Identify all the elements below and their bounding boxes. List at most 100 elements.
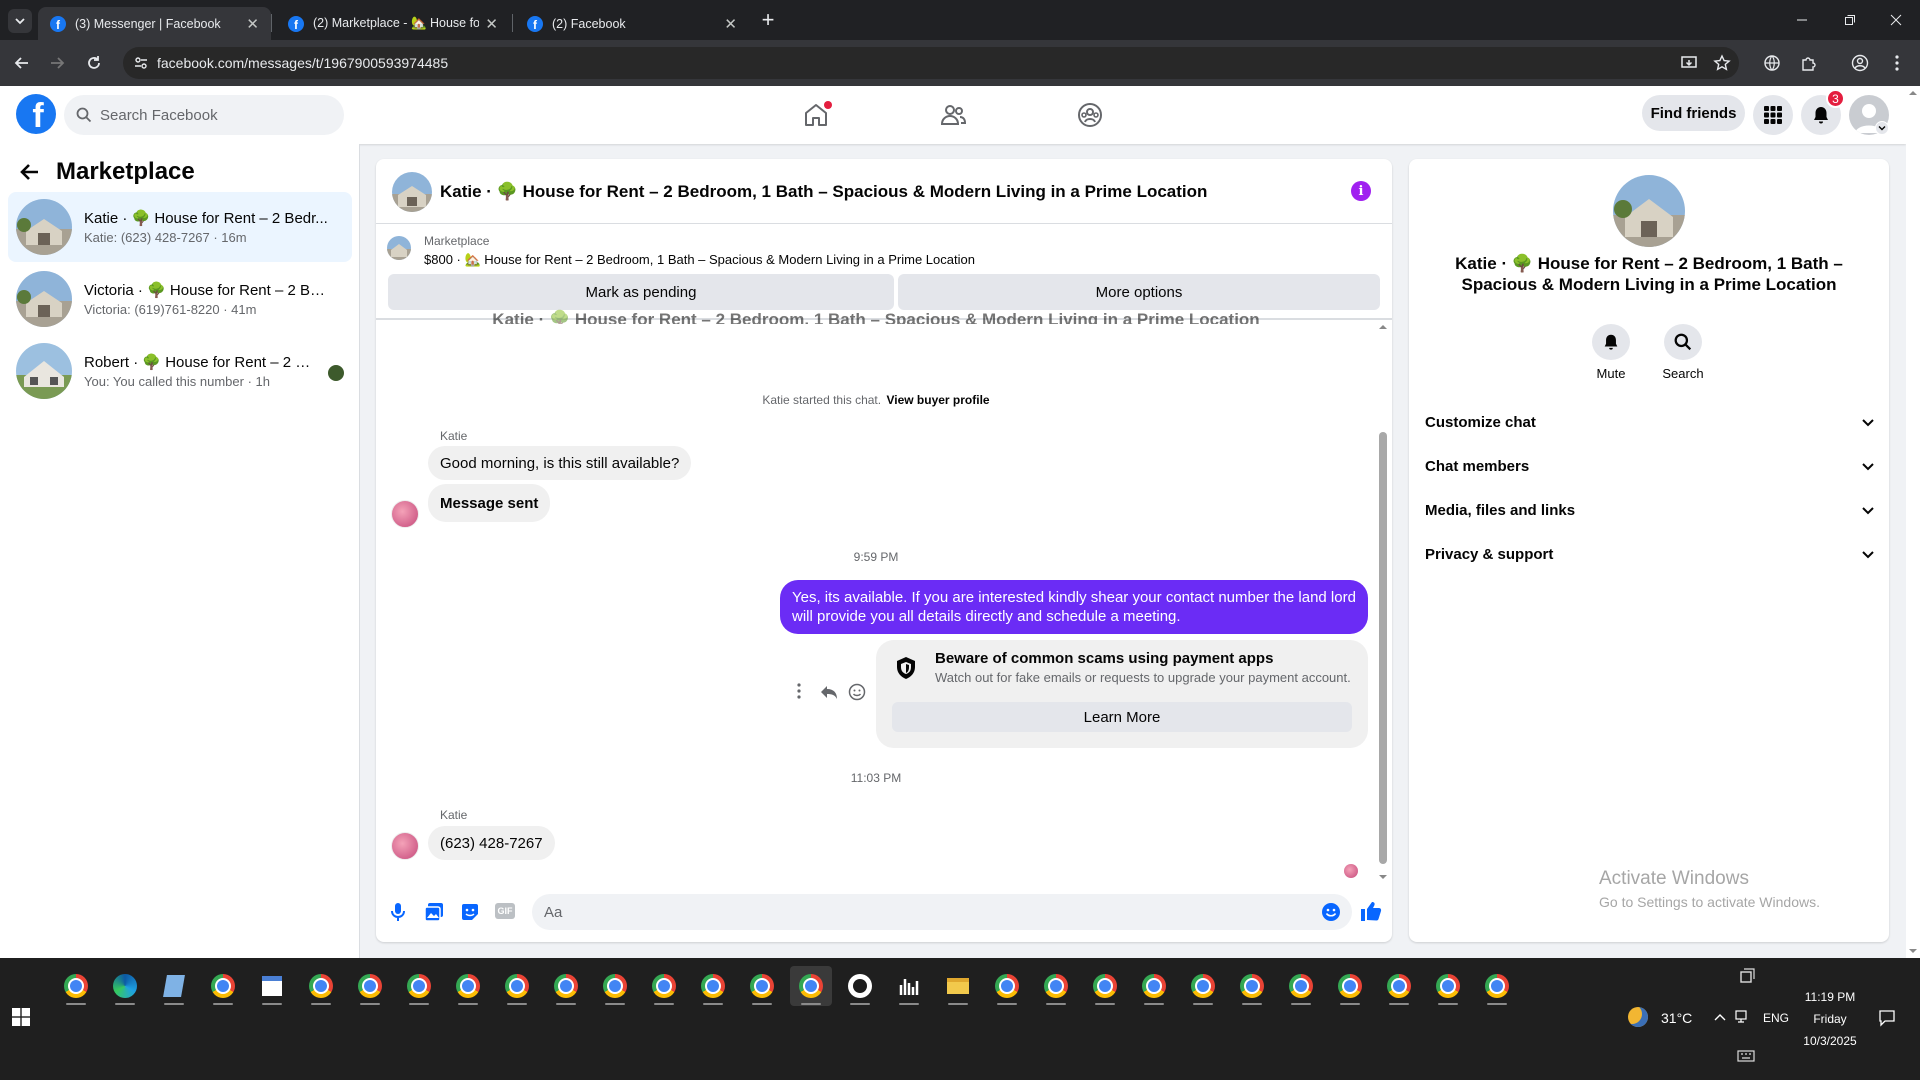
clock-time[interactable]: 11:19 PM — [1800, 990, 1860, 1004]
chrome-app-icon[interactable] — [1182, 966, 1224, 1006]
emoji-picker-icon[interactable] — [1321, 902, 1341, 922]
chrome-app-icon[interactable] — [1329, 966, 1371, 1006]
more-options-button[interactable]: More options — [898, 274, 1380, 310]
home-icon[interactable] — [801, 100, 832, 130]
back-arrow-icon[interactable] — [10, 51, 34, 75]
audio-analyzer-app-icon[interactable] — [888, 966, 930, 1006]
reload-icon[interactable] — [82, 51, 106, 75]
message-bubble-incoming[interactable]: Good morning, is this still available? — [428, 446, 692, 480]
file-explorer-app-icon[interactable] — [937, 966, 979, 1006]
chrome-app-icon[interactable] — [790, 966, 832, 1006]
chrome-app-icon[interactable] — [1280, 966, 1322, 1006]
page-scrollbar[interactable] — [1906, 86, 1920, 958]
mute-button[interactable] — [1592, 324, 1630, 360]
chrome-app-icon[interactable] — [1035, 966, 1077, 1006]
volume-icon[interactable] — [1736, 1010, 1754, 1024]
react-emoji-icon[interactable] — [848, 683, 866, 701]
close-tab-icon[interactable]: ✕ — [485, 15, 498, 33]
notification-center-icon[interactable] — [1878, 1009, 1896, 1027]
photo-upload-icon[interactable] — [424, 902, 444, 922]
chrome-app-icon[interactable] — [349, 966, 391, 1006]
listing-thumbnail[interactable] — [387, 236, 411, 260]
microphone-icon[interactable] — [390, 902, 406, 922]
site-info-icon[interactable] — [133, 55, 149, 71]
chrome-app-icon[interactable] — [55, 966, 97, 1006]
mark-as-pending-button[interactable]: Mark as pending — [388, 274, 894, 310]
notifications-button[interactable]: 3 — [1801, 89, 1845, 135]
message-more-icon[interactable] — [796, 683, 802, 699]
clock-day[interactable]: Friday — [1800, 1012, 1860, 1026]
chat-members-section[interactable]: Chat members — [1425, 450, 1875, 482]
account-chevron-icon[interactable] — [1875, 121, 1889, 135]
chrome-app-icon[interactable] — [1427, 966, 1469, 1006]
chrome-app-icon[interactable] — [1133, 966, 1175, 1006]
input-language[interactable]: ENG — [1763, 1011, 1789, 1025]
chrome-app-icon[interactable] — [594, 966, 636, 1006]
chrome-app-icon[interactable] — [1476, 966, 1518, 1006]
restore-window-button[interactable] — [1838, 8, 1862, 32]
scrollbar-thumb[interactable] — [1379, 432, 1387, 864]
groups-icon[interactable] — [1075, 100, 1105, 130]
close-tab-icon[interactable]: ✕ — [246, 15, 259, 33]
translate-globe-icon[interactable] — [1760, 51, 1784, 75]
extensions-puzzle-icon[interactable] — [1797, 51, 1821, 75]
tab-search-button[interactable] — [8, 9, 32, 33]
touch-keyboard-icon[interactable] — [1737, 1050, 1755, 1064]
chrome-app-icon[interactable] — [202, 966, 244, 1006]
view-buyer-profile-link[interactable]: View buyer profile — [886, 393, 989, 407]
chrome-app-icon[interactable] — [496, 966, 538, 1006]
chrome-app-icon[interactable] — [1378, 966, 1420, 1006]
details-avatar[interactable] — [1613, 175, 1685, 247]
clock-date[interactable]: 10/3/2025 — [1800, 1034, 1860, 1048]
chat-header-title[interactable]: Katie · 🌳 House for Rent – 2 Bedroom, 1 … — [440, 182, 1207, 202]
conversation-item-robert[interactable]: Robert · 🌳 House for Rent – 2 B... You: … — [8, 336, 352, 406]
listing-summary[interactable]: $800 · 🏡 House for Rent – 2 Bedroom, 1 B… — [424, 252, 975, 268]
conversation-info-button[interactable]: i — [1351, 181, 1371, 201]
chrome-app-icon[interactable] — [1231, 966, 1273, 1006]
thumbs-up-icon[interactable] — [1360, 900, 1382, 922]
chrome-app-icon[interactable] — [692, 966, 734, 1006]
message-bubble-incoming[interactable]: Message sent — [428, 484, 551, 522]
chrome-app-icon[interactable] — [643, 966, 685, 1006]
new-tab-button[interactable]: + — [756, 7, 780, 32]
bookmark-star-icon[interactable] — [1710, 51, 1734, 75]
notepad-app-icon[interactable] — [153, 966, 195, 1006]
browser-tab-facebook[interactable]: f (2) Facebook ✕ — [515, 7, 749, 40]
message-bubble-outgoing[interactable]: Yes, its available. If you are intereste… — [780, 580, 1368, 634]
find-friends-button[interactable]: Find friends — [1642, 95, 1745, 131]
learn-more-button[interactable]: Learn More — [892, 702, 1352, 732]
chrome-app-icon[interactable] — [447, 966, 489, 1006]
back-arrow-icon[interactable] — [20, 162, 40, 182]
conversation-item-katie[interactable]: Katie · 🌳 House for Rent – 2 Bedr... Kat… — [8, 192, 352, 262]
windows-start-button[interactable] — [12, 1008, 34, 1030]
task-view-icon[interactable] — [1737, 968, 1755, 986]
facebook-search-input[interactable]: Search Facebook — [64, 95, 344, 135]
weather-temperature[interactable]: 31°C — [1661, 1010, 1692, 1026]
browser-tab-messenger[interactable]: f (3) Messenger | Facebook ✕ — [38, 7, 271, 40]
browser-tab-marketplace[interactable]: f (2) Marketplace - 🏡 House for ✕ — [276, 7, 510, 40]
chrome-app-icon[interactable] — [398, 966, 440, 1006]
friends-icon[interactable] — [938, 100, 968, 130]
reply-icon[interactable] — [820, 684, 838, 700]
message-bubble-incoming[interactable]: (623) 428-7267 — [428, 826, 555, 860]
chrome-app-icon[interactable] — [741, 966, 783, 1006]
customize-chat-section[interactable]: Customize chat — [1425, 406, 1875, 438]
message-input[interactable]: Aa — [532, 894, 1352, 930]
close-tab-icon[interactable]: ✕ — [724, 15, 737, 33]
chrome-app-icon[interactable] — [300, 966, 342, 1006]
chevron-up-icon[interactable] — [1714, 1012, 1726, 1022]
sticker-icon[interactable] — [460, 902, 480, 922]
chat-header-avatar[interactable] — [392, 172, 432, 212]
address-bar[interactable]: facebook.com/messages/t/1967900593974485 — [123, 47, 1739, 79]
chrome-app-icon[interactable] — [545, 966, 587, 1006]
conversation-item-victoria[interactable]: Victoria · 🌳 House for Rent – 2 Be... Vi… — [8, 264, 352, 334]
facebook-logo[interactable]: f — [16, 94, 56, 134]
privacy-support-section[interactable]: Privacy & support — [1425, 538, 1875, 570]
chat-scrollbar[interactable] — [1377, 322, 1389, 882]
chrome-menu-icon[interactable] — [1885, 51, 1909, 75]
close-window-button[interactable] — [1884, 8, 1908, 32]
profile-icon[interactable] — [1848, 51, 1872, 75]
menu-button[interactable] — [1753, 95, 1793, 135]
whatsapp-app-icon[interactable] — [839, 966, 881, 1006]
forward-arrow-icon[interactable] — [45, 51, 69, 75]
